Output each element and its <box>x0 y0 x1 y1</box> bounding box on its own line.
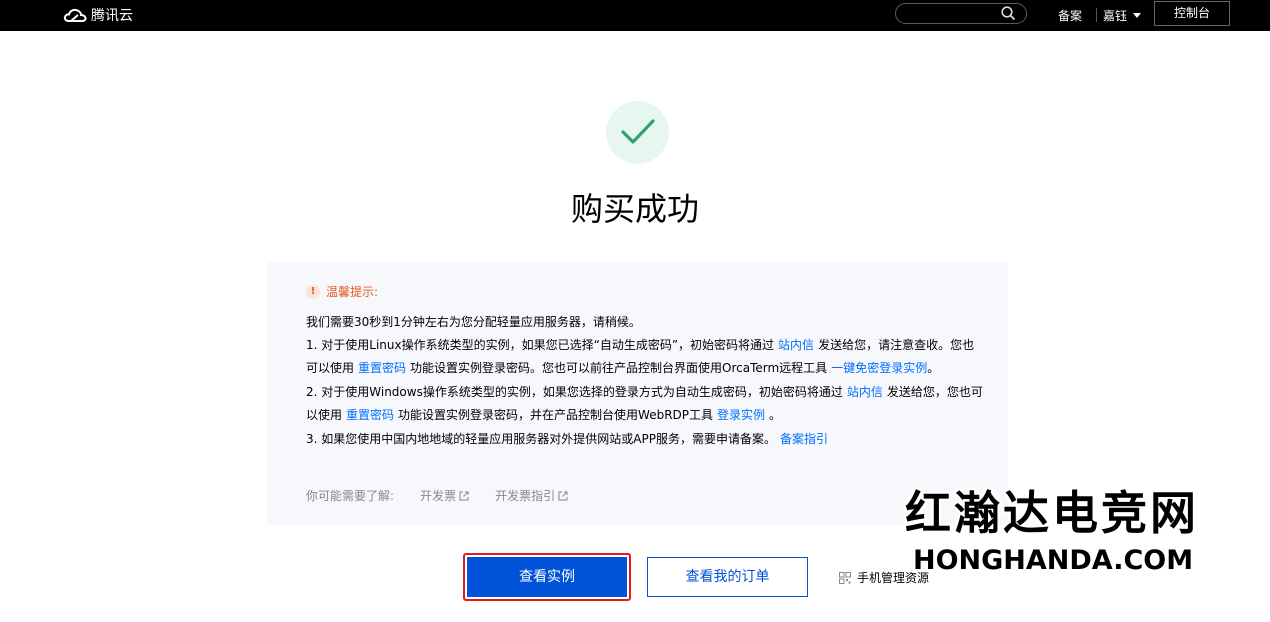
invoice-guide-link[interactable]: 开发票指引 <box>495 487 568 504</box>
related-label: 你可能需要了解: <box>306 489 395 503</box>
notice-item-2-line-2: 以使用 重置密码 功能设置实例登录密码，并在产品控制台使用WebRDP工具 登录实例。 <box>306 408 782 422</box>
station-message-link[interactable]: 站内信 <box>778 338 814 352</box>
notice-item-3: 3. 如果您使用中国内地地域的轻量应用服务器对外提供网站或APP服务，需要申请备… <box>306 432 828 446</box>
notice-item-1-line-1: 1. 对于使用Linux操作系统类型的实例，如果您已选择“自动生成密码”，初始密… <box>306 338 975 352</box>
success-check-icon <box>606 101 669 164</box>
notice-label: 温馨提示: <box>326 285 379 299</box>
console-button[interactable]: 控制台 <box>1154 1 1230 26</box>
notice-item-2-line-1: 2. 对于使用Windows操作系统类型的实例，如果您选择的登录方式为自动生成密… <box>306 385 983 399</box>
search-input[interactable] <box>895 3 1027 24</box>
related-links: 你可能需要了解: 开发票 开发票指引 <box>306 487 568 504</box>
station-message-link-2[interactable]: 站内信 <box>847 385 883 399</box>
reset-password-link-2[interactable]: 重置密码 <box>346 408 394 422</box>
login-instance-link[interactable]: 登录实例 <box>717 408 765 422</box>
watermark-cn: 红瀚达电竞网 <box>905 486 1199 540</box>
beian-guide-link[interactable]: 备案指引 <box>780 432 828 446</box>
reset-password-link[interactable]: 重置密码 <box>358 361 406 375</box>
top-nav-bar: 腾讯云 备案 嘉钰 控制台 <box>0 0 1270 31</box>
qrcode-icon <box>839 571 851 584</box>
external-link-icon <box>558 490 568 501</box>
chevron-down-icon <box>1133 13 1142 18</box>
passwordless-login-link[interactable]: 一键免密登录实例 <box>831 361 927 375</box>
notice-panel: ! 温馨提示: 我们需要30秒到1分钟左右为您分配轻量应用服务器，请稍候。 1.… <box>267 262 1008 525</box>
page-title: 购买成功 <box>570 190 699 228</box>
search-icon[interactable] <box>1001 6 1016 21</box>
notice-line-intro: 我们需要30秒到1分钟左右为您分配轻量应用服务器，请稍候。 <box>306 315 641 329</box>
view-orders-button[interactable]: 查看我的订单 <box>647 557 808 597</box>
nav-divider <box>1096 8 1097 22</box>
warning-icon: ! <box>306 284 320 299</box>
external-link-icon <box>459 490 469 501</box>
user-name: 嘉钰 <box>1103 9 1128 23</box>
notice-item-1-line-2: 可以使用 重置密码 功能设置实例登录密码。您也可以前往产品控制台界面使用OrcaTe… <box>306 361 940 375</box>
logo-text: 腾讯云 <box>91 8 133 24</box>
notice-header: ! 温馨提示: <box>306 283 378 300</box>
site-watermark: 红瀚达电竞网 HONGHANDA.COM <box>905 477 1199 576</box>
view-instance-button[interactable]: 查看实例 <box>463 553 631 601</box>
watermark-en: HONGHANDA.COM <box>913 545 1194 576</box>
tencent-cloud-logo[interactable]: 腾讯云 <box>63 4 133 26</box>
cloud-logo-icon <box>63 8 87 22</box>
user-menu[interactable]: 嘉钰 <box>1103 7 1142 24</box>
nav-beian-link[interactable]: 备案 <box>1058 7 1082 24</box>
invoice-link[interactable]: 开发票 <box>420 487 469 504</box>
